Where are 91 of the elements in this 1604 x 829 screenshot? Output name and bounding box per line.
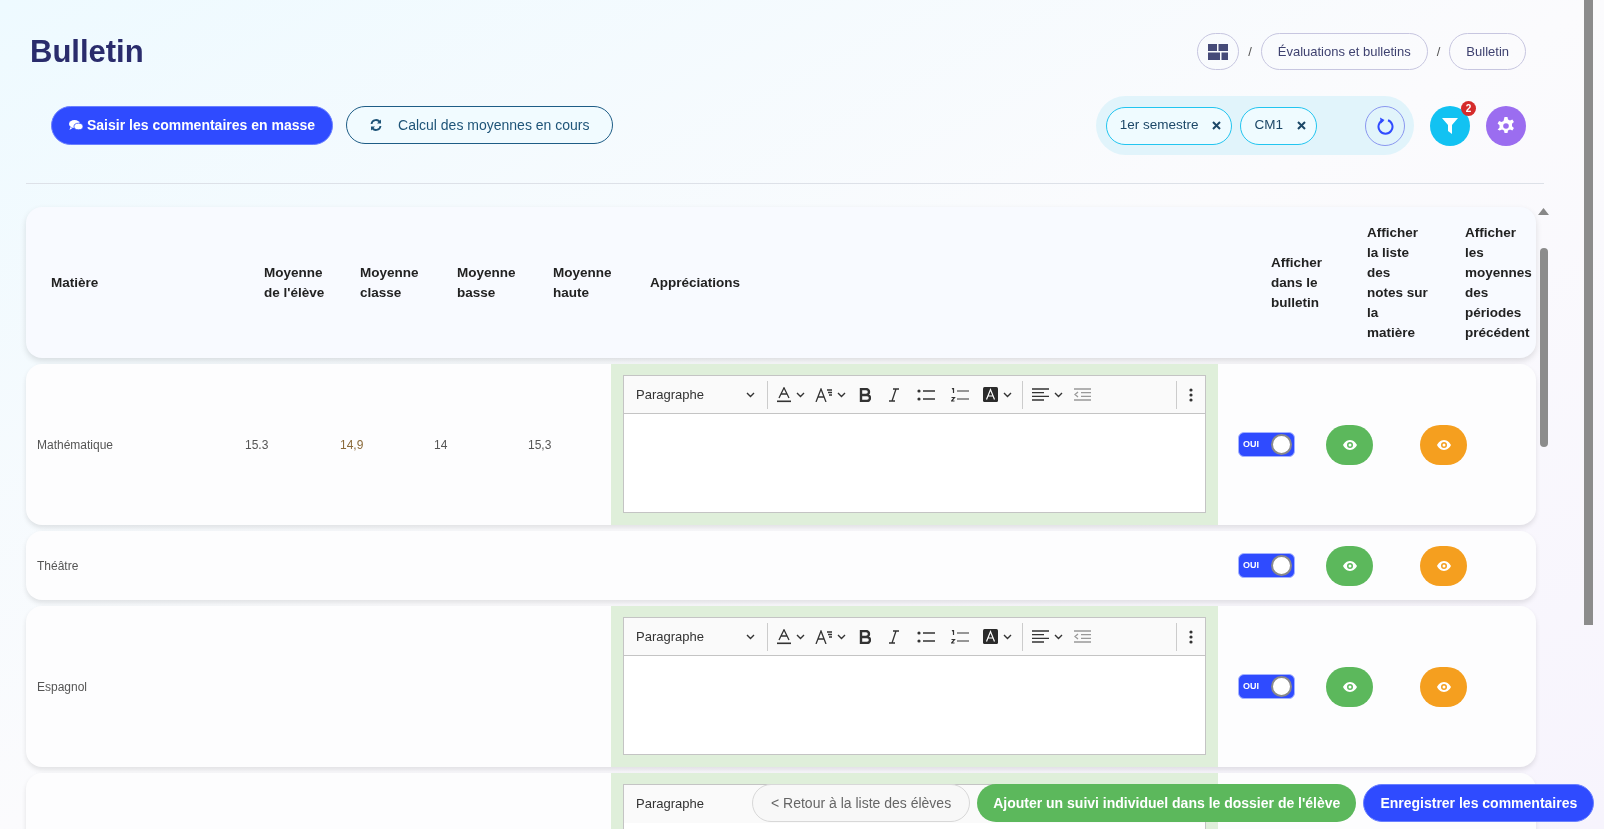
chevron-down-icon: [1003, 633, 1012, 640]
table-cell-text: 14: [434, 436, 448, 454]
chevron-down-icon: [1054, 633, 1063, 640]
scrollbar-thumb[interactable]: [1584, 0, 1593, 625]
column-header: Moyenne classe: [360, 263, 420, 302]
italic-icon: [889, 629, 899, 644]
filter-button[interactable]: [1430, 105, 1470, 146]
format-dropdown[interactable]: Paragraphe: [636, 794, 704, 814]
table-cell-text: Espagnol: [37, 678, 88, 696]
eye-icon: [1436, 439, 1451, 450]
close-icon[interactable]: [1212, 121, 1222, 130]
align-left-icon: [1032, 388, 1049, 401]
breadcrumb-separator: /: [1436, 42, 1441, 61]
refresh-icon: [370, 119, 383, 131]
toggle-knob: [1271, 676, 1292, 697]
rich-text-editor[interactable]: Paragraphe: [623, 375, 1206, 513]
table-cell-text: Théâtre: [37, 557, 79, 575]
toggle-label: OUI: [1243, 437, 1259, 451]
settings-button[interactable]: [1486, 105, 1526, 146]
calculate-averages-button[interactable]: Calcul des moyennes en cours: [346, 106, 614, 144]
filter-label: CM1: [1254, 116, 1283, 135]
back-button[interactable]: < Retour à la liste des élèves: [752, 784, 971, 822]
numbered-list-icon: [951, 387, 969, 402]
table-cell-text: Mathématique: [37, 436, 114, 454]
column-header: Afficher les moyennes des périodes précédent: [1465, 223, 1530, 342]
close-icon[interactable]: [1297, 121, 1306, 130]
filter-label: 1er semestre: [1119, 116, 1199, 135]
chevron-down-icon: [746, 391, 755, 398]
eye-icon: [1342, 560, 1357, 571]
toggle-switch[interactable]: OUI: [1238, 553, 1295, 578]
font-size-icon: [815, 629, 832, 644]
highlight-icon: [983, 629, 998, 644]
rich-text-editor[interactable]: Paragraphe: [623, 617, 1206, 755]
page-title: Bulletin: [30, 33, 144, 71]
bold-icon: [859, 629, 871, 644]
column-header: Afficher dans le bulletin: [1271, 253, 1323, 312]
chevron-down-icon: [1054, 391, 1063, 398]
chevron-down-icon: [1003, 391, 1012, 398]
chevron-down-icon: [837, 391, 846, 398]
toggle-knob: [1271, 434, 1292, 455]
table-cell-text: 15.3: [245, 436, 269, 454]
more-vertical-icon: [1189, 629, 1193, 644]
eye-icon: [1436, 681, 1451, 692]
filter-chip[interactable]: 1er semestre: [1105, 106, 1233, 145]
filter-icon: [1442, 117, 1458, 134]
scroll-up-icon[interactable]: [1538, 208, 1549, 215]
chevron-down-icon: [796, 633, 805, 640]
chat-bubbles-icon: [69, 120, 83, 131]
mass-comment-button[interactable]: Saisir les commentaires en masse: [51, 106, 334, 145]
chevron-down-icon: [746, 633, 755, 640]
eye-icon: [1342, 681, 1357, 692]
toggle-label: OUI: [1243, 679, 1259, 693]
table-cell-text: 14,9: [340, 436, 364, 454]
column-header: Moyenne de l'élève: [264, 263, 326, 302]
format-dropdown[interactable]: Paragraphe: [628, 621, 763, 652]
scrollbar-thumb[interactable]: [1540, 248, 1548, 447]
italic-icon: [889, 387, 899, 402]
font-color-icon: [777, 628, 791, 645]
column-header: Moyenne haute: [553, 263, 613, 302]
column-header: Appréciations: [650, 273, 742, 292]
toggle-switch[interactable]: OUI: [1238, 432, 1295, 457]
settings-icon: [1497, 116, 1515, 135]
align-left-icon: [1032, 630, 1049, 643]
more-vertical-icon: [1189, 387, 1193, 402]
column-header: Moyenne basse: [457, 263, 517, 302]
chevron-down-icon: [796, 391, 805, 398]
dashboard-icon: [1208, 43, 1229, 60]
reset-icon: [1376, 116, 1394, 135]
outdent-icon: [1074, 388, 1091, 401]
highlight-icon: [983, 387, 998, 402]
toggle-switch[interactable]: OUI: [1238, 674, 1295, 699]
toggle-label: OUI: [1243, 558, 1259, 572]
toggle-knob: [1271, 555, 1292, 576]
filter-chip[interactable]: CM1: [1240, 106, 1317, 145]
format-dropdown[interactable]: Paragraphe: [628, 379, 763, 410]
bullet-list-icon: [917, 388, 935, 401]
font-size-icon: [815, 387, 832, 402]
eye-icon: [1342, 439, 1357, 450]
filter-count-badge: 2: [1461, 100, 1476, 116]
bold-icon: [859, 387, 871, 402]
eye-icon: [1436, 560, 1451, 571]
numbered-list-icon: [951, 629, 969, 644]
save-comments-button[interactable]: Enregistrer les commentaires: [1363, 784, 1595, 822]
outdent-icon: [1074, 630, 1091, 643]
column-header: Matière: [51, 273, 100, 292]
breadcrumb-separator: /: [1248, 42, 1252, 61]
bullet-list-icon: [917, 630, 935, 643]
chevron-down-icon: [837, 633, 846, 640]
table-cell-text: 15,3: [528, 436, 552, 454]
font-color-icon: [777, 386, 791, 403]
column-header: Afficher la liste des notes sur la matière: [1367, 223, 1429, 342]
